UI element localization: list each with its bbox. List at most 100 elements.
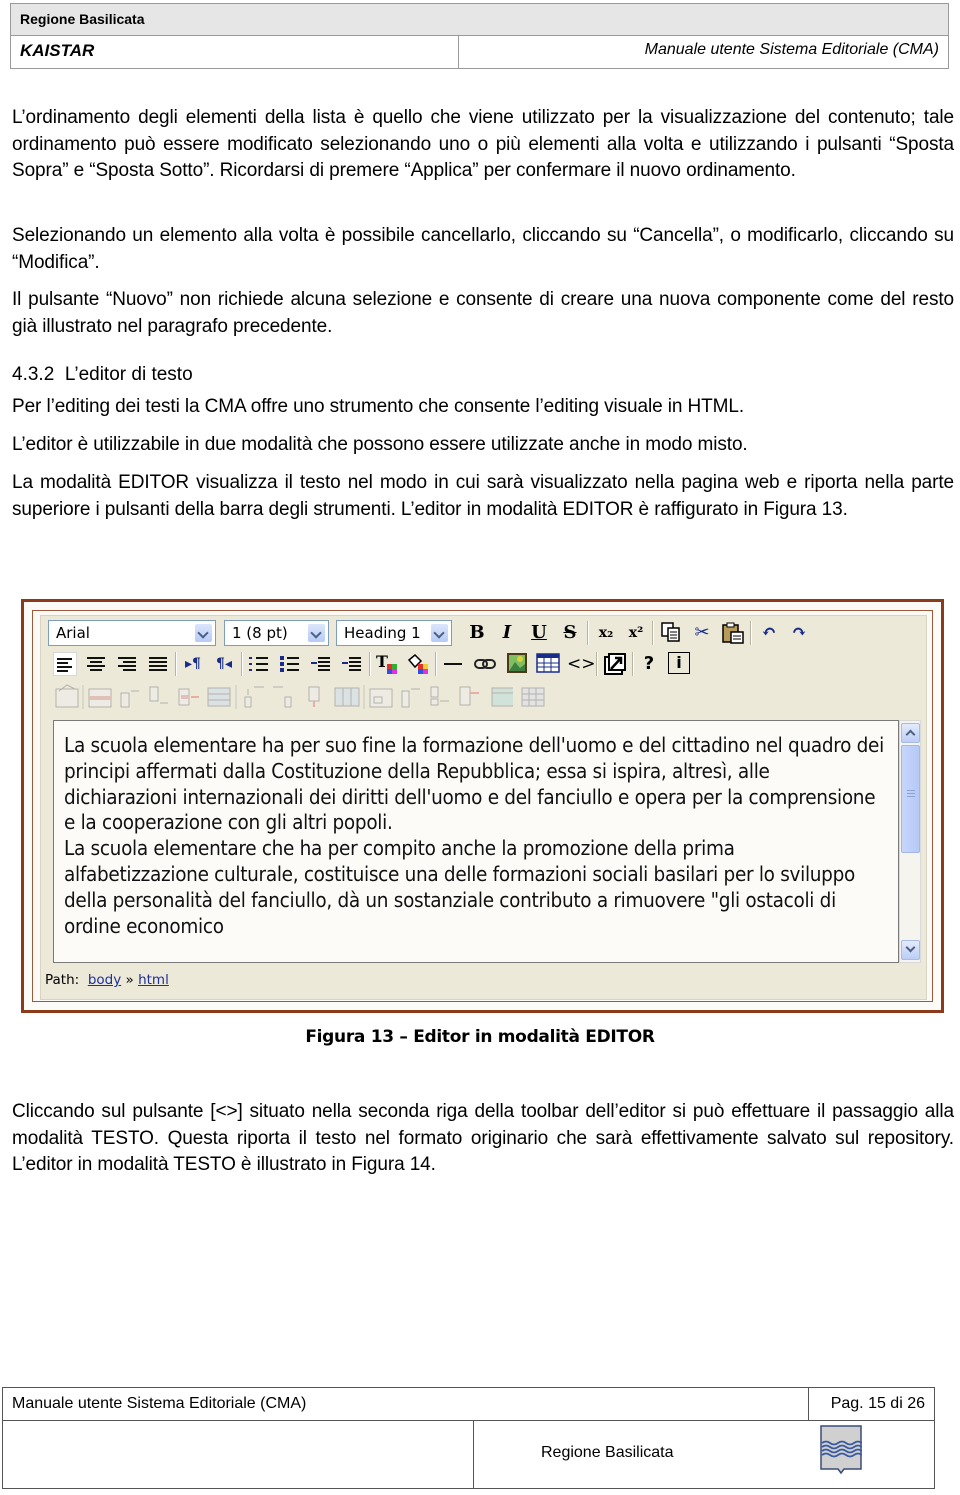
paragraph-editor-modes: L’editor è utilizzabile in due modalità … <box>12 434 748 455</box>
vertical-scrollbar[interactable] <box>899 720 921 963</box>
about-icon: i <box>676 653 682 672</box>
ordered-list-button[interactable] <box>247 652 271 676</box>
split-cells-icon <box>334 687 360 707</box>
toolbar-separator <box>652 621 654 645</box>
font-select[interactable]: Arial <box>48 620 216 646</box>
redo-button[interactable]: ↷ <box>787 621 811 645</box>
align-right-button[interactable] <box>115 652 139 676</box>
format-select[interactable]: Heading 1 <box>336 620 452 646</box>
align-left-button[interactable] <box>53 652 77 676</box>
paragraph-new: Il pulsante “Nuovo” non richiede alcuna … <box>12 289 954 337</box>
svg-text:T: T <box>376 652 388 671</box>
help-button[interactable]: ? <box>637 652 661 676</box>
image-icon <box>507 653 527 673</box>
subscript-button[interactable]: x₂ <box>594 621 618 645</box>
italic-button[interactable]: I <box>495 621 519 645</box>
table-properties-icon <box>55 684 79 708</box>
cell-properties-icon <box>369 688 393 708</box>
insert-col-before-icon <box>244 686 264 708</box>
cut-icon: ✂ <box>694 622 710 643</box>
toolbar-separator <box>175 652 177 676</box>
section-title: L’editor di testo <box>64 364 193 385</box>
table-button[interactable] <box>536 652 560 676</box>
unordered-list-button[interactable] <box>278 652 302 676</box>
image-button[interactable] <box>505 652 529 676</box>
toolbar-separator <box>435 652 437 676</box>
about-button[interactable]: i <box>668 652 690 674</box>
cut-button[interactable]: ✂ <box>690 621 714 645</box>
delete-cell-icon <box>459 686 479 706</box>
editor-paragraph: La scuola elementare che ha per compito … <box>64 836 855 938</box>
strikethrough-icon: S <box>563 622 577 643</box>
superscript-button[interactable]: x² <box>624 621 648 645</box>
strikethrough-button[interactable]: S <box>558 621 582 645</box>
grip-icon <box>907 790 915 799</box>
indent-button[interactable] <box>340 652 364 676</box>
bold-button[interactable]: B <box>465 621 489 645</box>
header-company: KAISTAR <box>20 41 95 60</box>
underline-button[interactable]: U <box>527 621 551 645</box>
chevron-down-icon[interactable] <box>308 624 325 642</box>
popup-editor-button[interactable] <box>603 652 627 676</box>
rtl-icon: ¶◂ <box>216 656 232 672</box>
path-separator: » <box>125 972 134 988</box>
help-icon: ? <box>643 653 655 674</box>
insert-row-before-icon <box>120 690 139 708</box>
editor-content-text[interactable]: La scuola elementare ha per suo fine la … <box>64 733 884 939</box>
path-link-body[interactable]: body <box>88 972 121 988</box>
copy-button[interactable] <box>659 621 683 645</box>
paragraph-editor-intro: Per l’editing dei testi la CMA offre uno… <box>12 396 745 417</box>
align-center-button[interactable] <box>84 652 108 676</box>
undo-button[interactable]: ↶ <box>757 621 781 645</box>
scroll-down-button[interactable] <box>901 940 920 960</box>
scrollbar-thumb[interactable] <box>901 745 920 853</box>
rtl-button[interactable]: ¶◂ <box>212 652 236 676</box>
editor-paragraph: La scuola elementare ha per suo fine la … <box>64 733 884 835</box>
footer-org: Regione Basilicata <box>541 1444 674 1461</box>
paragraph-text-mode: Cliccando sul pulsante [<>] situato nell… <box>12 1101 954 1175</box>
superscript-icon: x² <box>628 625 644 641</box>
link-button[interactable] <box>473 652 497 676</box>
toolbar-separator <box>632 652 634 676</box>
header-doc-title: Manuale utente Sistema Editoriale (CMA) <box>644 41 939 58</box>
section-number: 4.3.2 <box>12 364 55 385</box>
insert-col-after-icon <box>273 686 292 708</box>
outdent-button[interactable] <box>309 652 333 676</box>
redo-icon: ↷ <box>791 622 807 643</box>
html-source-button[interactable]: <> <box>567 652 596 676</box>
undo-icon: ↶ <box>761 622 777 643</box>
background-color-button[interactable] <box>406 652 430 676</box>
table-icon <box>536 653 560 673</box>
insert-cell-before-icon <box>401 688 420 708</box>
chevron-down-icon[interactable] <box>195 624 212 642</box>
path-label: Path: <box>45 972 80 988</box>
page-footer: Manuale utente Sistema Editoriale (CMA) … <box>2 1387 935 1489</box>
paragraph-delete-modify: Selezionando un elemento alla volta è po… <box>12 225 954 273</box>
ltr-button[interactable]: ▸¶ <box>181 652 205 676</box>
text-color-button[interactable]: T <box>375 652 399 676</box>
insert-cell-after-icon <box>430 686 449 706</box>
table-tools-row <box>55 684 513 709</box>
header-org-row: Regione Basilicata <box>11 4 948 36</box>
insert-row-after-icon <box>149 686 168 704</box>
toolbar-separator <box>587 621 589 645</box>
toolbar-separator <box>750 621 752 645</box>
paste-button[interactable] <box>721 621 745 645</box>
footer-doc-title: Manuale utente Sistema Editoriale (CMA) <box>12 1395 307 1412</box>
table-grid-icon <box>207 687 231 707</box>
path-bar: Path: body » html <box>45 966 915 994</box>
subscript-icon: x₂ <box>598 625 614 641</box>
figure-caption: Figura 13 – Editor in modalità EDITOR <box>305 1027 655 1047</box>
scroll-up-button[interactable] <box>901 723 920 743</box>
italic-icon: I <box>502 622 512 643</box>
paragraph-editor-mode-desc: La modalità EDITOR visualizza il testo n… <box>12 472 954 520</box>
chevron-down-icon[interactable] <box>431 624 448 642</box>
path-link-html[interactable]: html <box>138 972 169 988</box>
background-color-icon <box>407 653 428 674</box>
font-size-select[interactable]: 1 (8 pt) <box>224 620 329 646</box>
toolbar-separator <box>596 652 598 676</box>
popup-editor-icon <box>604 653 626 675</box>
horizontal-rule-button[interactable] <box>441 652 465 676</box>
editor-content-area[interactable]: La scuola elementare ha per suo fine la … <box>53 720 899 963</box>
align-justify-button[interactable] <box>146 652 170 676</box>
